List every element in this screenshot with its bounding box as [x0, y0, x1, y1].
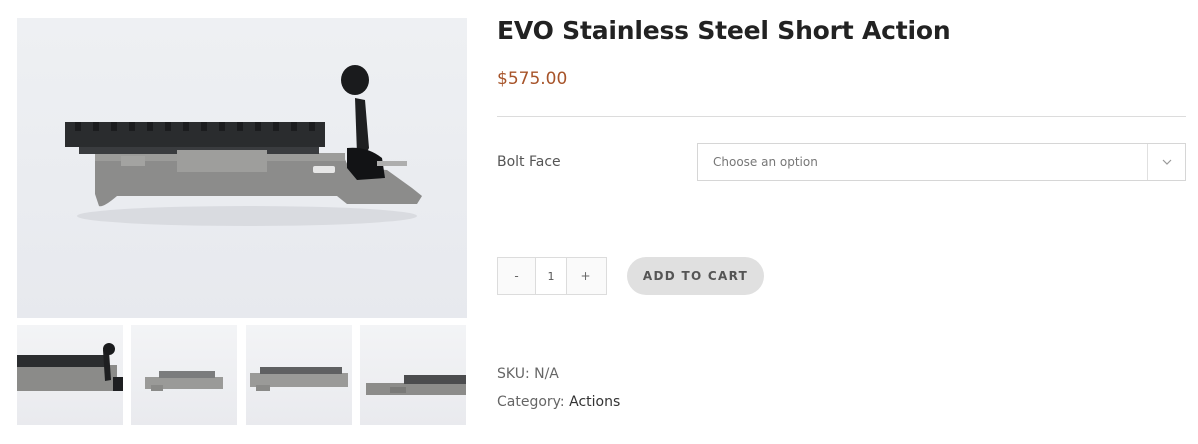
product-title: EVO Stainless Steel Short Action: [497, 16, 951, 45]
thumbnail-3[interactable]: [246, 325, 352, 425]
bolt-face-select-value: Choose an option: [713, 155, 818, 169]
sku-line: SKU: N/A: [497, 366, 559, 382]
bolt-face-select[interactable]: Choose an option: [697, 143, 1186, 181]
thumbnail-4[interactable]: [360, 325, 466, 425]
quantity-stepper: - +: [497, 257, 607, 295]
category-link-actions[interactable]: Actions: [569, 394, 620, 410]
category-line: Category: Actions: [497, 394, 620, 410]
product-main-image[interactable]: [17, 18, 467, 318]
quantity-decrease-button[interactable]: -: [498, 258, 535, 294]
thumbnail-1[interactable]: [17, 325, 123, 425]
select-separator: [1147, 144, 1148, 180]
sku-label: SKU:: [497, 366, 530, 382]
add-to-cart-button[interactable]: ADD TO CART: [627, 257, 764, 295]
quantity-increase-button[interactable]: +: [567, 258, 604, 294]
thumbnail-strip: [17, 325, 467, 425]
sku-value: N/A: [534, 366, 559, 382]
divider: [497, 116, 1186, 117]
bolt-face-label: Bolt Face: [497, 154, 561, 170]
category-label: Category:: [497, 394, 565, 410]
quantity-input[interactable]: [535, 258, 567, 294]
thumbnail-2[interactable]: [131, 325, 237, 425]
chevron-down-icon: [1162, 159, 1172, 165]
product-price: $575.00: [497, 69, 568, 89]
